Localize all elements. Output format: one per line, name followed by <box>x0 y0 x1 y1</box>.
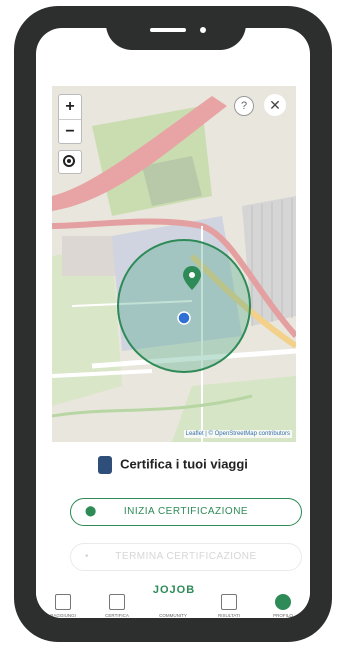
community-icon <box>165 594 181 610</box>
nav-label: CERTIFICA <box>105 613 129 618</box>
end-certification-button[interactable]: • TERMINA CERTIFICAZIONE <box>70 543 302 571</box>
front-camera <box>200 27 206 33</box>
grid-icon <box>109 594 125 610</box>
map-attribution[interactable]: Leaflet | © OpenStreetMap contributors <box>183 430 292 438</box>
locate-me-button[interactable] <box>58 150 82 174</box>
nav-item-certifica[interactable]: CERTIFICA <box>92 594 142 618</box>
calendar-icon <box>55 594 71 610</box>
help-button[interactable]: ? <box>234 96 254 116</box>
end-certification-label: TERMINA CERTIFICAZIONE <box>115 551 257 562</box>
target-icon <box>63 155 75 167</box>
speaker <box>150 28 186 32</box>
start-certification-button[interactable]: ⬤ INIZIA CERTIFICAZIONE <box>70 498 302 526</box>
certify-heading: Certifica i tuoi viaggi <box>36 456 310 474</box>
zoom-in-button[interactable]: + <box>59 95 81 120</box>
close-button[interactable]: ✕ <box>264 94 286 116</box>
start-certification-label: INIZIA CERTIFICAZIONE <box>123 506 249 517</box>
chart-icon <box>221 594 237 610</box>
bottom-nav: JOJOB RAGGIUNGI CERTIFICA COMMUNITY RISU… <box>36 576 310 618</box>
current-location-dot <box>177 311 191 325</box>
nav-label: COMMUNITY <box>159 613 187 618</box>
nav-item-profilo[interactable]: PROFILO <box>258 594 308 618</box>
stop-icon: • <box>85 551 90 562</box>
map-view[interactable]: + − ? ✕ Leaflet | © OpenStreetMap contri… <box>52 86 296 442</box>
nav-item-risultati[interactable]: RISULTATI <box>204 594 254 618</box>
geofence-circle <box>117 239 251 373</box>
avatar-icon <box>275 594 291 610</box>
zoom-control: + − <box>58 94 82 144</box>
nav-label: PROFILO <box>273 613 293 618</box>
app-screen: + − ? ✕ Leaflet | © OpenStreetMap contri… <box>36 28 310 618</box>
map-tiles <box>52 86 296 442</box>
briefcase-icon <box>98 456 113 474</box>
phone-frame: + − ? ✕ Leaflet | © OpenStreetMap contri… <box>14 6 332 642</box>
phone-notch <box>106 12 246 50</box>
certify-title: Certifica i tuoi viaggi <box>120 456 248 472</box>
nav-label: RAGGIUNGI <box>50 613 76 618</box>
nav-label: RISULTATI <box>217 613 240 618</box>
zoom-out-button[interactable]: − <box>59 120 81 144</box>
nav-item-raggiungi[interactable]: RAGGIUNGI <box>38 594 88 618</box>
nav-item-community[interactable]: COMMUNITY <box>148 594 198 618</box>
location-pin-icon: ⬤ <box>85 506 97 517</box>
